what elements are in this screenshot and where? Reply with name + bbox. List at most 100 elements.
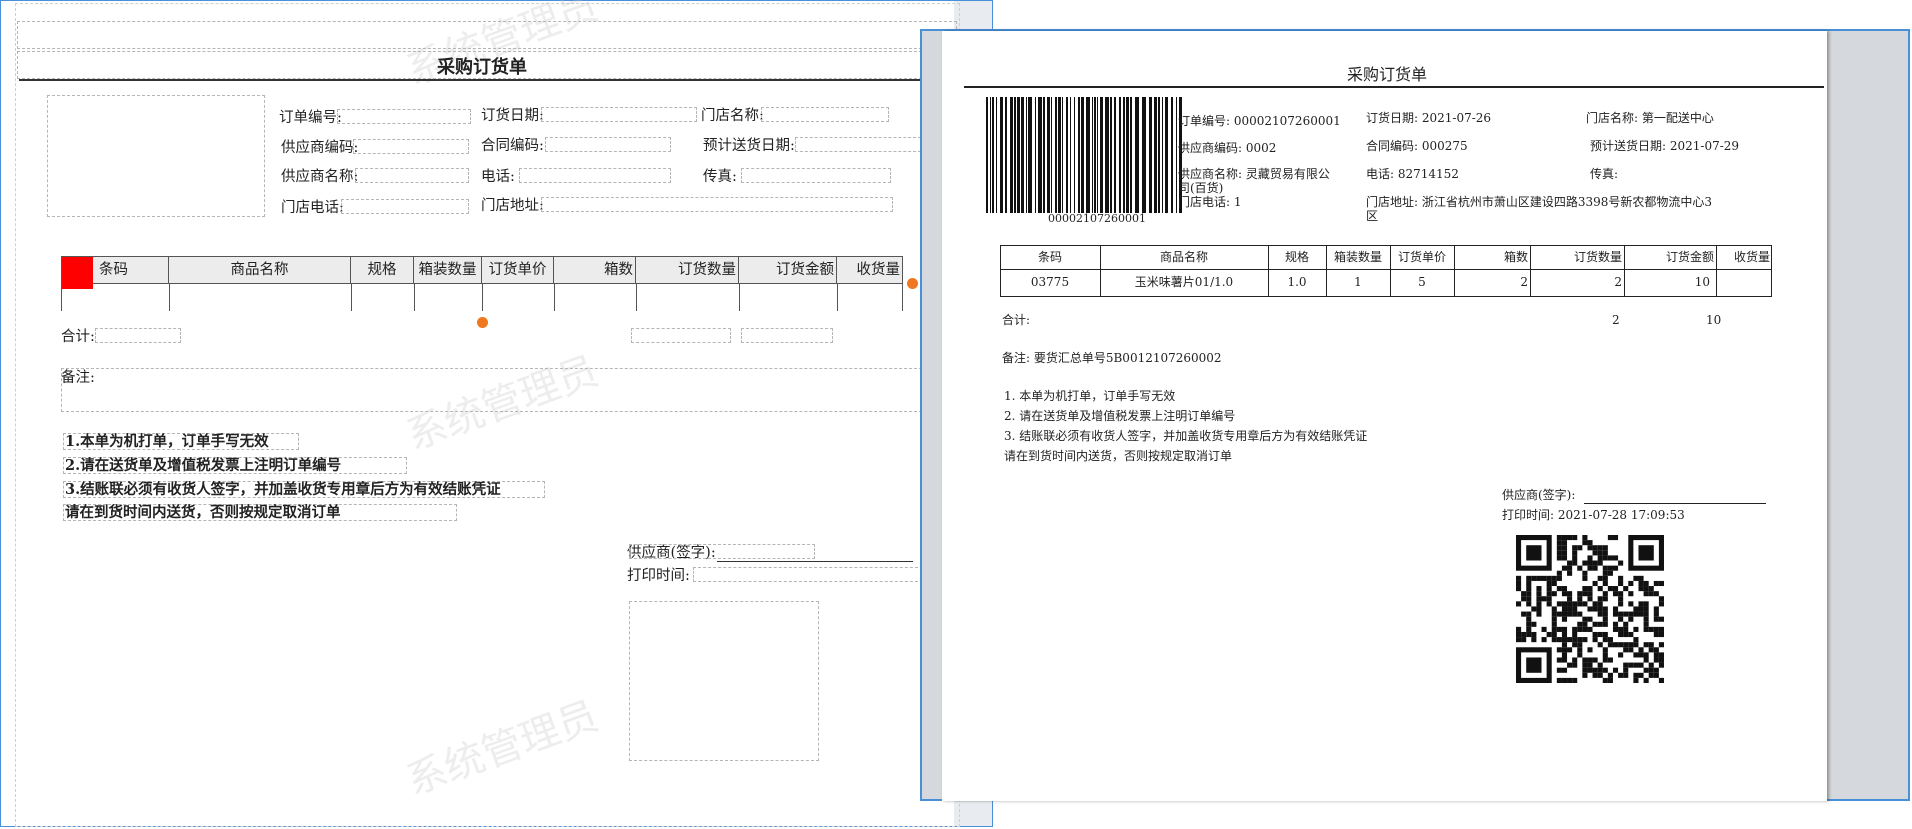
- store-address-field[interactable]: [541, 197, 893, 212]
- column-header-product-name[interactable]: 商品名称: [169, 257, 351, 283]
- qr-module: [1653, 657, 1659, 663]
- print-preview-window[interactable]: 采购订货单 00002107260001 订单编号: 0000210726000…: [920, 29, 1910, 801]
- qr-module: [1572, 662, 1578, 668]
- supplier-sign-box[interactable]: [629, 544, 815, 559]
- resize-handle[interactable]: [477, 317, 488, 328]
- qr-module: [1623, 647, 1629, 653]
- fax-field[interactable]: [741, 168, 891, 183]
- supplier-code-label[interactable]: 供应商编码:: [281, 139, 358, 157]
- column-header-order-qty[interactable]: 订货数量: [636, 257, 739, 283]
- column-header-barcode[interactable]: 条码: [93, 257, 169, 283]
- qr-module: [1592, 672, 1598, 678]
- fax-label[interactable]: 传真:: [703, 168, 737, 186]
- note-line-1[interactable]: 1.本单为机打单，订单手写无效: [65, 433, 269, 451]
- qr-module: [1597, 555, 1603, 561]
- preview-col-received-qty: 收货量: [1733, 250, 1770, 264]
- order-date-field[interactable]: [541, 107, 697, 122]
- expected-date-field[interactable]: [795, 137, 921, 152]
- qr-module: [1643, 580, 1649, 587]
- designer-title[interactable]: 采购订货单: [437, 57, 527, 79]
- barcode-placeholder[interactable]: [47, 95, 265, 217]
- qr-module: [1577, 601, 1583, 607]
- qr-module: [1516, 575, 1522, 581]
- total-label[interactable]: 合计:: [61, 328, 95, 346]
- supplier-code-field[interactable]: [353, 139, 469, 154]
- total-amount-field[interactable]: [741, 328, 833, 343]
- qr-module: [1597, 596, 1603, 602]
- store-phone-label[interactable]: 门店电话:: [281, 199, 344, 217]
- qr-module: [1567, 565, 1573, 571]
- column-header-unit-price[interactable]: 订货单价: [482, 257, 554, 283]
- qr-code-placeholder[interactable]: [629, 601, 819, 761]
- remark-box[interactable]: [61, 368, 957, 412]
- column-header-received-qty[interactable]: 收货量: [837, 257, 903, 283]
- preview-col-divider: [1326, 245, 1327, 297]
- qr-module: [1597, 586, 1603, 592]
- qr-module: [1516, 637, 1522, 643]
- qr-module: [1516, 580, 1522, 587]
- qr-module: [1572, 560, 1578, 566]
- total-field[interactable]: [95, 328, 181, 343]
- qr-module: [1658, 616, 1664, 622]
- qr-module: [1638, 672, 1644, 678]
- column-divider: [837, 283, 838, 311]
- barcode-bar: [1123, 97, 1125, 213]
- phone-label[interactable]: 电话:: [481, 168, 515, 186]
- note-line-2[interactable]: 2.请在送货单及增值税发票上注明订单编号: [65, 457, 341, 475]
- qr-module: [1643, 642, 1649, 648]
- qr-module: [1551, 591, 1557, 597]
- supplier-name-field[interactable]: [355, 168, 469, 183]
- qr-module: [1556, 570, 1562, 576]
- store-name-label[interactable]: 门店名称:: [701, 107, 764, 125]
- qr-module: [1638, 647, 1644, 653]
- qr-module: [1516, 586, 1522, 592]
- qr-module: [1628, 647, 1634, 653]
- qr-module: [1643, 626, 1649, 632]
- order-no-label[interactable]: 订单编号:: [279, 109, 342, 127]
- preview-contract-code: 合同编码: 000275: [1366, 139, 1468, 153]
- resize-handle[interactable]: [907, 278, 918, 289]
- contract-code-field[interactable]: [545, 137, 671, 152]
- column-divider: [169, 283, 170, 311]
- column-header-order-amount[interactable]: 订货金额: [739, 257, 837, 283]
- total-qty-field[interactable]: [631, 328, 731, 343]
- supplier-name-label[interactable]: 供应商名称:: [281, 168, 358, 186]
- column-header-cases[interactable]: 箱数: [554, 257, 636, 283]
- qr-module: [1653, 616, 1659, 622]
- qr-module: [1653, 647, 1659, 653]
- column-header-spec[interactable]: 规格: [351, 257, 414, 283]
- qr-module: [1551, 626, 1557, 632]
- barcode-bar: [1119, 97, 1121, 213]
- preview-cell-spec: 1.0: [1287, 275, 1307, 289]
- column-header-case-qty[interactable]: 箱装数量: [414, 257, 482, 283]
- qr-module: [1587, 616, 1593, 622]
- qr-module: [1577, 652, 1583, 658]
- phone-field[interactable]: [519, 168, 671, 183]
- contract-code-label[interactable]: 合同编码:: [481, 137, 544, 155]
- qr-module: [1541, 637, 1547, 643]
- qr-module: [1561, 540, 1568, 546]
- row-selection-marker[interactable]: [61, 257, 93, 289]
- preview-store-address-2: 区: [1366, 209, 1379, 223]
- store-phone-field[interactable]: [341, 199, 469, 214]
- print-time-label[interactable]: 打印时间:: [627, 567, 690, 585]
- store-name-field[interactable]: [761, 107, 889, 122]
- preview-order-no: 订单编号: 00002107260001: [1178, 114, 1341, 128]
- barcode-bar: [1135, 97, 1139, 213]
- remark-label[interactable]: 备注:: [61, 369, 95, 387]
- note-line-4[interactable]: 请在到货时间内送货，否则按规定取消订单: [65, 504, 341, 522]
- header-band[interactable]: [17, 21, 957, 49]
- note-line-3[interactable]: 3.结账联必须有收货人签字，并加盖收货专用章后方为有效结账凭证: [65, 481, 501, 499]
- qr-module: [1572, 626, 1578, 632]
- qr-module: [1628, 591, 1634, 597]
- qr-module: [1648, 662, 1654, 668]
- template-designer-canvas[interactable]: 系统管理员 系统管理员 系统管理员 采购订货单 订单编号: 订货日期: 门店名称…: [0, 0, 993, 827]
- order-no-field[interactable]: [337, 109, 471, 124]
- qr-module: [1546, 586, 1552, 592]
- qr-module: [1526, 621, 1532, 627]
- order-date-label[interactable]: 订货日期:: [481, 107, 544, 125]
- expected-date-label[interactable]: 预计送货日期:: [703, 137, 795, 155]
- preview-expected-date: 预计送货日期: 2021-07-29: [1590, 139, 1740, 153]
- print-time-field[interactable]: [693, 567, 923, 582]
- store-address-label[interactable]: 门店地址:: [481, 197, 544, 215]
